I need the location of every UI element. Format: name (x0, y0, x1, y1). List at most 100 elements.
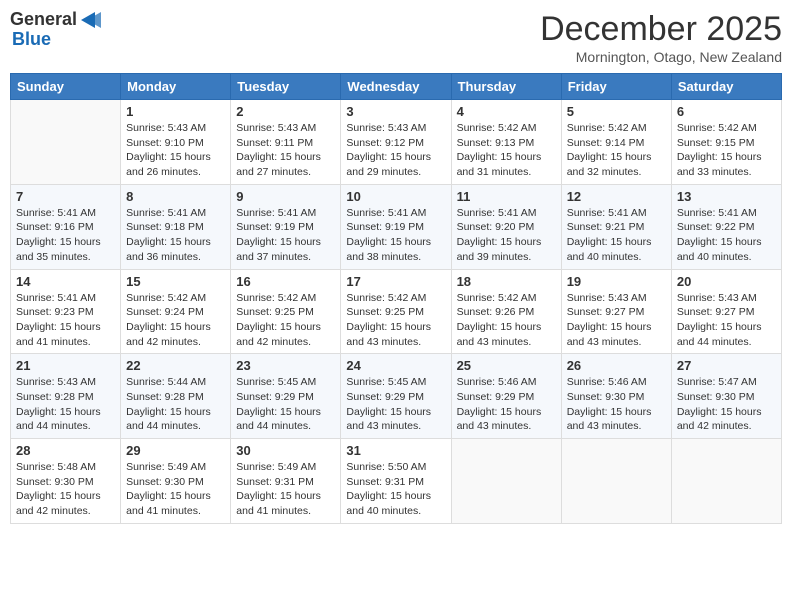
day-number: 25 (457, 358, 556, 373)
calendar-cell: 4Sunrise: 5:42 AM Sunset: 9:13 PM Daylig… (451, 100, 561, 185)
title-area: December 2025 Mornington, Otago, New Zea… (540, 10, 782, 65)
week-row-3: 14 Sunrise: 5:41 AM Sunset: 9:23 PM Dayli… (11, 269, 782, 354)
day-info: Sunrise: 5:43 AM Sunset: 9:28 PM Dayligh… (16, 375, 115, 434)
day-number: 26 (567, 358, 666, 373)
calendar-cell: 24 Sunrise: 5:45 AM Sunset: 9:29 PM Dayli… (341, 354, 451, 439)
day-info: Sunrise: 5:49 AM Sunset: 9:30 PM Dayligh… (126, 460, 225, 519)
day-info: Sunrise: 5:41 AM Sunset: 9:19 PM Dayligh… (236, 206, 335, 265)
day-number: 24 (346, 358, 445, 373)
day-number: 5 (567, 104, 666, 119)
day-info: Sunrise: 5:41 AM Sunset: 9:16 PM Dayligh… (16, 206, 115, 265)
day-info: Sunrise: 5:45 AM Sunset: 9:29 PM Dayligh… (346, 375, 445, 434)
calendar-table: SundayMondayTuesdayWednesdayThursdayFrid… (10, 73, 782, 524)
day-number: 13 (677, 189, 776, 204)
day-number: 4 (457, 104, 556, 119)
day-number: 16 (236, 274, 335, 289)
calendar-cell: 26 Sunrise: 5:46 AM Sunset: 9:30 PM Dayli… (561, 354, 671, 439)
calendar-cell: 16 Sunrise: 5:42 AM Sunset: 9:25 PM Dayli… (231, 269, 341, 354)
day-info: Sunrise: 5:42 AM Sunset: 9:25 PM Dayligh… (346, 291, 445, 350)
calendar-cell (11, 100, 121, 185)
calendar-cell: 7 Sunrise: 5:41 AM Sunset: 9:16 PM Daylig… (11, 184, 121, 269)
day-number: 22 (126, 358, 225, 373)
day-info: Sunrise: 5:41 AM Sunset: 9:23 PM Dayligh… (16, 291, 115, 350)
day-info: Sunrise: 5:41 AM Sunset: 9:21 PM Dayligh… (567, 206, 666, 265)
day-info: Sunrise: 5:42 AM Sunset: 9:14 PM Dayligh… (567, 121, 666, 180)
day-number: 8 (126, 189, 225, 204)
day-info: Sunrise: 5:43 AM Sunset: 9:11 PM Dayligh… (236, 121, 335, 180)
calendar-cell: 13 Sunrise: 5:41 AM Sunset: 9:22 PM Dayli… (671, 184, 781, 269)
day-info: Sunrise: 5:45 AM Sunset: 9:29 PM Dayligh… (236, 375, 335, 434)
day-number: 21 (16, 358, 115, 373)
week-row-1: 1 Sunrise: 5:43 AM Sunset: 9:10 PM Daylig… (11, 100, 782, 185)
calendar-cell (671, 439, 781, 524)
day-info: Sunrise: 5:42 AM Sunset: 9:25 PM Dayligh… (236, 291, 335, 350)
header-cell-thursday: Thursday (451, 74, 561, 100)
day-number: 10 (346, 189, 445, 204)
day-info: Sunrise: 5:42 AM Sunset: 9:15 PM Dayligh… (677, 121, 776, 180)
day-number: 31 (346, 443, 445, 458)
day-info: Sunrise: 5:50 AM Sunset: 9:31 PM Dayligh… (346, 460, 445, 519)
day-number: 30 (236, 443, 335, 458)
day-number: 23 (236, 358, 335, 373)
day-number: 19 (567, 274, 666, 289)
header-cell-tuesday: Tuesday (231, 74, 341, 100)
calendar-cell: 14 Sunrise: 5:41 AM Sunset: 9:23 PM Dayli… (11, 269, 121, 354)
day-info: Sunrise: 5:41 AM Sunset: 9:22 PM Dayligh… (677, 206, 776, 265)
calendar-header: SundayMondayTuesdayWednesdayThursdayFrid… (11, 74, 782, 100)
calendar-cell: 19 Sunrise: 5:43 AM Sunset: 9:27 PM Dayli… (561, 269, 671, 354)
calendar-cell: 9 Sunrise: 5:41 AM Sunset: 9:19 PM Daylig… (231, 184, 341, 269)
day-info: Sunrise: 5:43 AM Sunset: 9:27 PM Dayligh… (567, 291, 666, 350)
calendar-cell: 17 Sunrise: 5:42 AM Sunset: 9:25 PM Dayli… (341, 269, 451, 354)
day-number: 14 (16, 274, 115, 289)
day-number: 3 (346, 104, 445, 119)
day-number: 28 (16, 443, 115, 458)
calendar-cell: 21 Sunrise: 5:43 AM Sunset: 9:28 PM Dayli… (11, 354, 121, 439)
header-cell-saturday: Saturday (671, 74, 781, 100)
logo-icon (79, 12, 101, 28)
header-row: SundayMondayTuesdayWednesdayThursdayFrid… (11, 74, 782, 100)
day-info: Sunrise: 5:43 AM Sunset: 9:10 PM Dayligh… (126, 121, 225, 180)
day-number: 9 (236, 189, 335, 204)
header-cell-monday: Monday (121, 74, 231, 100)
calendar-cell: 30Sunrise: 5:49 AM Sunset: 9:31 PM Dayli… (231, 439, 341, 524)
calendar-cell: 25Sunrise: 5:46 AM Sunset: 9:29 PM Dayli… (451, 354, 561, 439)
day-number: 27 (677, 358, 776, 373)
calendar-cell: 23 Sunrise: 5:45 AM Sunset: 9:29 PM Dayli… (231, 354, 341, 439)
logo-general: General (10, 10, 77, 30)
day-info: Sunrise: 5:46 AM Sunset: 9:30 PM Dayligh… (567, 375, 666, 434)
calendar-cell: 11Sunrise: 5:41 AM Sunset: 9:20 PM Dayli… (451, 184, 561, 269)
day-number: 18 (457, 274, 556, 289)
header-cell-sunday: Sunday (11, 74, 121, 100)
day-number: 2 (236, 104, 335, 119)
header-cell-friday: Friday (561, 74, 671, 100)
day-info: Sunrise: 5:43 AM Sunset: 9:27 PM Dayligh… (677, 291, 776, 350)
day-number: 29 (126, 443, 225, 458)
logo-blue: Blue (12, 30, 101, 50)
page-header: General Blue December 2025 Mornington, O… (10, 10, 782, 65)
calendar-cell: 5 Sunrise: 5:42 AM Sunset: 9:14 PM Daylig… (561, 100, 671, 185)
calendar-cell: 29 Sunrise: 5:49 AM Sunset: 9:30 PM Dayli… (121, 439, 231, 524)
calendar-cell: 20Sunrise: 5:43 AM Sunset: 9:27 PM Dayli… (671, 269, 781, 354)
day-info: Sunrise: 5:41 AM Sunset: 9:19 PM Dayligh… (346, 206, 445, 265)
logo: General Blue (10, 10, 101, 50)
week-row-4: 21 Sunrise: 5:43 AM Sunset: 9:28 PM Dayli… (11, 354, 782, 439)
calendar-cell: 15Sunrise: 5:42 AM Sunset: 9:24 PM Dayli… (121, 269, 231, 354)
day-number: 6 (677, 104, 776, 119)
calendar-body: 1 Sunrise: 5:43 AM Sunset: 9:10 PM Daylig… (11, 100, 782, 524)
calendar-cell: 2 Sunrise: 5:43 AM Sunset: 9:11 PM Daylig… (231, 100, 341, 185)
calendar-cell: 12Sunrise: 5:41 AM Sunset: 9:21 PM Dayli… (561, 184, 671, 269)
day-info: Sunrise: 5:41 AM Sunset: 9:18 PM Dayligh… (126, 206, 225, 265)
week-row-5: 28Sunrise: 5:48 AM Sunset: 9:30 PM Dayli… (11, 439, 782, 524)
day-number: 1 (126, 104, 225, 119)
day-info: Sunrise: 5:47 AM Sunset: 9:30 PM Dayligh… (677, 375, 776, 434)
day-number: 7 (16, 189, 115, 204)
calendar-cell: 10 Sunrise: 5:41 AM Sunset: 9:19 PM Dayli… (341, 184, 451, 269)
day-number: 15 (126, 274, 225, 289)
calendar-cell: 22Sunrise: 5:44 AM Sunset: 9:28 PM Dayli… (121, 354, 231, 439)
calendar-cell: 18 Sunrise: 5:42 AM Sunset: 9:26 PM Dayli… (451, 269, 561, 354)
month-title: December 2025 (540, 10, 782, 49)
day-info: Sunrise: 5:42 AM Sunset: 9:26 PM Dayligh… (457, 291, 556, 350)
day-number: 17 (346, 274, 445, 289)
calendar-cell: 1 Sunrise: 5:43 AM Sunset: 9:10 PM Daylig… (121, 100, 231, 185)
calendar-cell (451, 439, 561, 524)
